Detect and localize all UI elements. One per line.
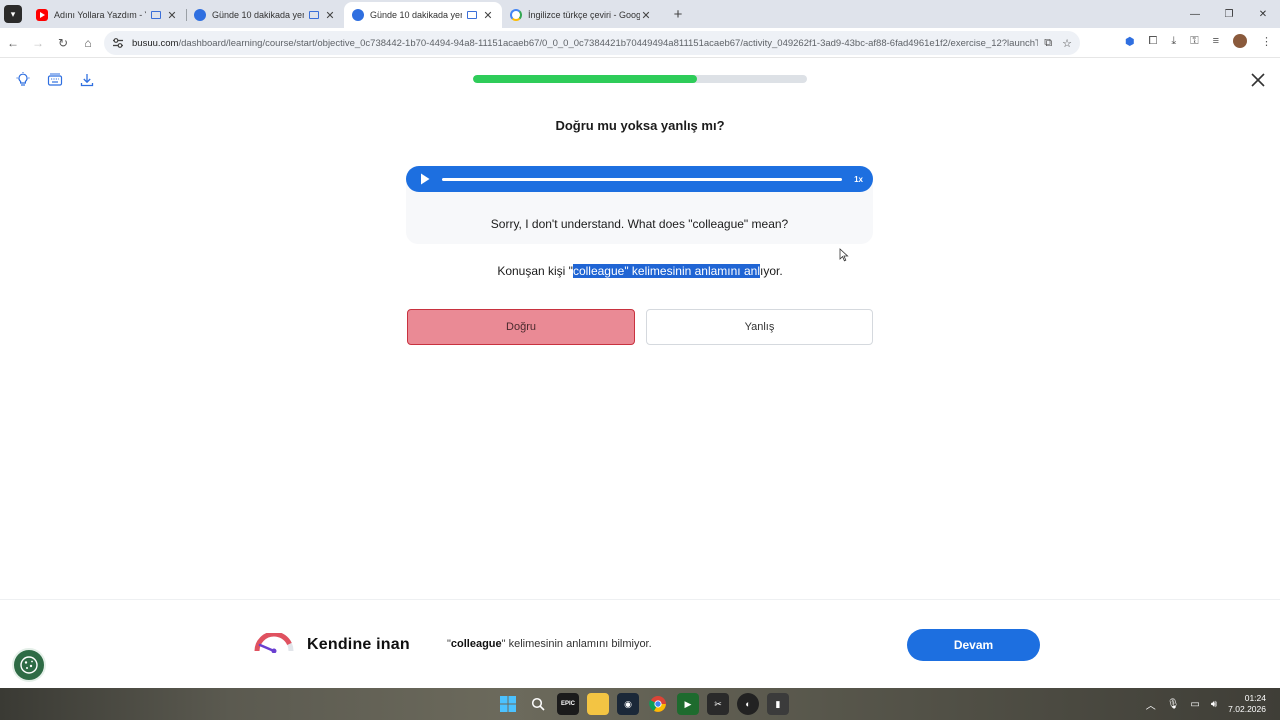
display-icon[interactable]: ▭ bbox=[1190, 699, 1199, 710]
url-host: busuu.com bbox=[132, 37, 179, 49]
tab-title: Günde 10 dakikada yeni bi bbox=[212, 10, 304, 20]
url-path: /dashboard/learning/course/start/objecti… bbox=[178, 37, 1039, 49]
chrome-icon[interactable] bbox=[647, 693, 669, 715]
epic-games-icon[interactable]: EPIC bbox=[557, 693, 579, 715]
cast-icon bbox=[467, 11, 477, 19]
audio-transcript: Sorry, I don't understand. What does "co… bbox=[490, 217, 789, 231]
downloads-icon[interactable]: ⤓ bbox=[1171, 35, 1176, 48]
exercise-prompt: Doğru mu yoksa yanlış mı? bbox=[555, 118, 725, 133]
terminal-app-icon[interactable]: ▶ bbox=[677, 693, 699, 715]
system-tray: ︿ 🎙︎ ▭ 🔊︎ 01:24 7.02.2026 bbox=[1146, 688, 1266, 720]
cookie-icon bbox=[20, 656, 38, 674]
volume-icon[interactable]: 🔊︎ bbox=[1211, 699, 1217, 710]
address-bar[interactable]: busuu.com /dashboard/learning/course/sta… bbox=[104, 31, 1080, 55]
statement-selection: colleague" kelimesinin anlamını anl bbox=[572, 264, 760, 278]
statement-text: Konuşan kişi "colleague" kelimesinin anl… bbox=[0, 264, 1280, 278]
browser-tab-strip: ▾ Adını Yollara Yazdım - YouT ✕ Günde 10… bbox=[0, 0, 1280, 28]
window-controls: — ❐ ✕ bbox=[1178, 0, 1280, 28]
tab-title: İngilizce türkçe çeviri - Google bbox=[528, 10, 640, 20]
password-key-icon[interactable]: ⚿ bbox=[1190, 35, 1198, 48]
feedback-title: Kendine inan bbox=[307, 636, 410, 653]
windows-taskbar: EPIC ◉ ▶ ✂ ◐ ▮ ︿ 🎙︎ ▭ 🔊︎ 01:24 7.02.2026 bbox=[0, 688, 1280, 720]
microphone-icon[interactable]: 🎙︎ bbox=[1167, 699, 1180, 710]
audio-card: 1x Sorry, I don't understand. What does … bbox=[406, 166, 873, 244]
reload-icon[interactable]: ↻ bbox=[51, 31, 75, 55]
browser-menu-icon[interactable]: ⋮ bbox=[1261, 35, 1272, 48]
close-tab-icon[interactable]: ✕ bbox=[166, 9, 178, 22]
browser-tab-busuu-1[interactable]: Günde 10 dakikada yeni bi ✕ bbox=[186, 2, 344, 28]
feedback-explanation: "colleague" kelimesinin anlamını bilmiyo… bbox=[447, 638, 652, 650]
clock-time: 01:24 bbox=[1244, 693, 1266, 703]
capcut-icon[interactable]: ✂ bbox=[707, 693, 729, 715]
tray-overflow-icon[interactable]: ︿ bbox=[1146, 697, 1156, 712]
app-bars-icon[interactable]: ▮ bbox=[767, 693, 789, 715]
extension-icons: ⬢ ⧠ ⤓ ⚿ ≡ ⋮ bbox=[1125, 34, 1272, 48]
youtube-icon bbox=[36, 9, 48, 21]
play-icon[interactable] bbox=[420, 173, 430, 185]
lesson-progress-bar bbox=[473, 75, 807, 83]
tab-title: Günde 10 dakikada yeni bi bbox=[370, 10, 462, 20]
file-explorer-icon[interactable] bbox=[587, 693, 609, 715]
browser-tab-google-translate[interactable]: İngilizce türkçe çeviri - Google ✕ bbox=[502, 2, 660, 28]
restore-icon[interactable]: ❐ bbox=[1212, 0, 1246, 28]
continue-button[interactable]: Devam bbox=[907, 629, 1040, 661]
cast-icon bbox=[151, 11, 161, 19]
extensions-puzzle-icon[interactable]: ⧠ bbox=[1149, 35, 1158, 48]
answer-false-button[interactable]: Yanlış bbox=[646, 309, 873, 345]
feedback-bar: Kendine inan "colleague" kelimesinin anl… bbox=[0, 599, 1280, 688]
cast-icon bbox=[309, 11, 319, 19]
window-close-icon[interactable]: ✕ bbox=[1246, 0, 1280, 28]
clock-date: 7.02.2026 bbox=[1228, 704, 1266, 714]
close-tab-icon[interactable]: ✕ bbox=[640, 9, 652, 22]
mouse-cursor-icon bbox=[839, 248, 849, 262]
tab-title: Adını Yollara Yazdım - YouT bbox=[54, 10, 146, 20]
cookie-settings-button[interactable] bbox=[12, 648, 46, 682]
new-tab-button[interactable]: + bbox=[670, 7, 686, 23]
feedback-word: colleague bbox=[450, 638, 502, 650]
close-tab-icon[interactable]: ✕ bbox=[324, 9, 336, 22]
lesson-page: Doğru mu yoksa yanlış mı? 1x Sorry, I do… bbox=[0, 58, 1280, 688]
close-tab-icon[interactable]: ✕ bbox=[482, 9, 494, 22]
extension-badge-icon[interactable]: ⬢ bbox=[1125, 35, 1135, 48]
google-icon bbox=[510, 9, 522, 21]
obs-icon[interactable]: ◐ bbox=[737, 693, 759, 715]
profile-avatar[interactable] bbox=[1233, 34, 1247, 48]
tab-groups-icon[interactable]: ≡ bbox=[1213, 35, 1219, 47]
statement-after: ıyor. bbox=[759, 264, 783, 278]
bookmark-star-icon[interactable]: ☆ bbox=[1062, 37, 1072, 50]
search-icon[interactable] bbox=[527, 693, 549, 715]
steam-icon[interactable]: ◉ bbox=[617, 693, 639, 715]
browser-tab-youtube[interactable]: Adını Yollara Yazdım - YouT ✕ bbox=[28, 2, 186, 28]
statement-before: Konuşan kişi " bbox=[497, 264, 573, 278]
forward-icon[interactable]: → bbox=[26, 31, 50, 55]
lightbulb-icon[interactable] bbox=[15, 72, 31, 88]
answer-true-button[interactable]: Doğru bbox=[407, 309, 635, 345]
keyboard-icon[interactable] bbox=[47, 72, 63, 88]
home-icon[interactable]: ⌂ bbox=[76, 31, 100, 55]
download-icon[interactable] bbox=[79, 72, 95, 88]
install-app-icon[interactable]: ⧉ bbox=[1044, 37, 1052, 50]
taskbar-apps: EPIC ◉ ▶ ✂ ◐ ▮ bbox=[497, 693, 789, 715]
playback-speed-button[interactable]: 1x bbox=[854, 175, 863, 184]
audio-player[interactable]: 1x bbox=[406, 166, 873, 192]
tab-search-icon[interactable]: ▾ bbox=[4, 5, 22, 23]
busuu-icon bbox=[194, 9, 206, 21]
audio-scrubber[interactable] bbox=[442, 177, 843, 181]
taskbar-clock[interactable]: 01:24 7.02.2026 bbox=[1228, 693, 1266, 715]
back-icon[interactable]: ← bbox=[1, 31, 25, 55]
windows-start-icon[interactable] bbox=[497, 693, 519, 715]
feedback-explanation-text: kelimesinin anlamını bilmiyor. bbox=[505, 638, 652, 650]
confidence-gauge-icon bbox=[254, 633, 294, 653]
minimize-icon[interactable]: — bbox=[1178, 0, 1212, 28]
progress-fill bbox=[473, 75, 697, 83]
busuu-icon bbox=[352, 9, 364, 21]
browser-toolbar: ← → ↻ ⌂ busuu.com /dashboard/learning/co… bbox=[0, 28, 1280, 58]
site-info-icon[interactable] bbox=[112, 37, 124, 49]
close-lesson-icon[interactable] bbox=[1249, 71, 1267, 89]
browser-tab-busuu-active[interactable]: Günde 10 dakikada yeni bi ✕ bbox=[344, 2, 502, 28]
